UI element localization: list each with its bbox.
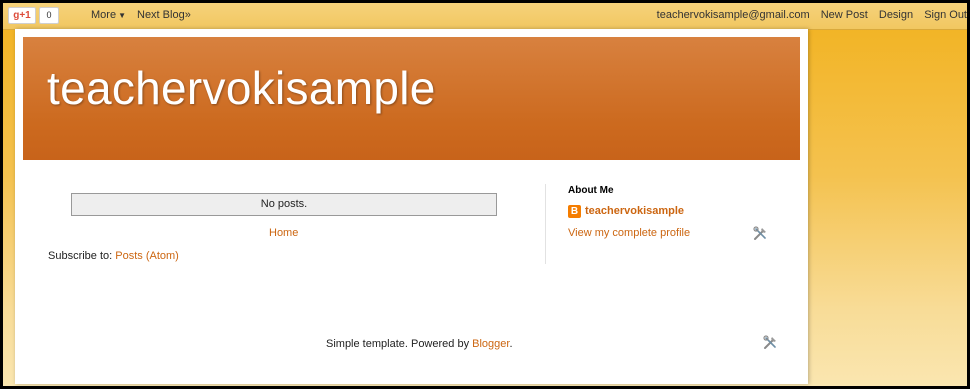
no-posts-message: No posts. xyxy=(71,193,497,216)
browser-frame: g+1 0 More ▼ Next Blog» teachervokisample… xyxy=(0,0,970,389)
blogger-navbar: g+1 0 More ▼ Next Blog» teachervokisample… xyxy=(3,3,967,30)
blogger-link[interactable]: Blogger xyxy=(472,338,509,350)
subscribe-line: Subscribe to: Posts (Atom) xyxy=(48,250,179,262)
about-me-heading: About Me xyxy=(568,185,614,196)
more-label: More xyxy=(91,9,117,21)
subscribe-prefix: Subscribe to: xyxy=(48,250,116,262)
google-plus-button[interactable]: g+1 xyxy=(8,7,36,24)
next-blog-link[interactable]: Next Blog» xyxy=(137,9,191,21)
posts-atom-link[interactable]: Posts (Atom) xyxy=(115,250,179,262)
blog-title[interactable]: teachervokisample xyxy=(47,61,436,115)
edit-widget-icon[interactable] xyxy=(752,226,768,242)
navbar-user-area: teachervokisample@gmail.com New Post Des… xyxy=(657,9,967,21)
new-post-link[interactable]: New Post xyxy=(821,9,868,21)
edit-widget-icon[interactable] xyxy=(762,335,778,351)
column-divider xyxy=(545,184,546,264)
content-panel: teachervokisample No posts. Home Subscri… xyxy=(15,29,808,384)
blog-header: teachervokisample xyxy=(23,37,800,160)
design-link[interactable]: Design xyxy=(879,9,913,21)
sign-out-link[interactable]: Sign Out xyxy=(924,9,967,21)
profile-name-link[interactable]: teachervokisample xyxy=(585,205,684,217)
blogger-icon: B xyxy=(568,205,581,218)
footer-prefix: Simple template. Powered by xyxy=(326,338,473,350)
more-menu[interactable]: More ▼ xyxy=(91,9,126,21)
footer-suffix: . xyxy=(509,338,513,350)
view-profile-link[interactable]: View my complete profile xyxy=(568,227,690,239)
google-plus-count: 0 xyxy=(39,7,59,24)
footer-attribution: Simple template. Powered by Blogger. xyxy=(326,338,513,350)
user-email: teachervokisample@gmail.com xyxy=(656,9,810,21)
home-link[interactable]: Home xyxy=(269,227,298,239)
caret-down-icon: ▼ xyxy=(118,11,126,20)
